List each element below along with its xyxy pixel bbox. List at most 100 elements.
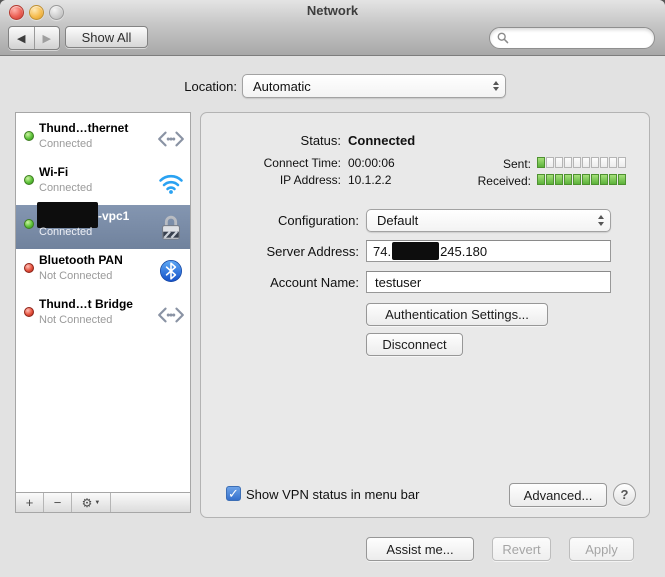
status-dot-connected	[24, 219, 34, 229]
redaction-box	[37, 202, 98, 228]
meter-segment	[582, 174, 590, 185]
assist-me-button[interactable]: Assist me...	[366, 537, 474, 561]
meter-segment	[618, 174, 626, 185]
meter-segment	[609, 174, 617, 185]
service-name: Bluetooth PAN	[39, 253, 123, 267]
meter-segment	[546, 174, 554, 185]
status-value: Connected	[348, 133, 415, 148]
status-dot-connected	[24, 175, 34, 185]
apply-button[interactable]: Apply	[569, 537, 634, 561]
meter-segment	[582, 157, 590, 168]
meter-segment	[537, 157, 545, 168]
network-preferences-window: Network ◀ ▶ Show All Location: Automatic…	[0, 0, 665, 577]
check-icon: ✓	[228, 486, 239, 501]
redaction-box	[392, 242, 439, 260]
server-address-label: Server Address:	[201, 244, 359, 259]
popup-stepper-icon	[493, 81, 499, 92]
status-label: Status:	[201, 133, 341, 148]
sidebar-footer: + − ⚙▼	[16, 492, 190, 512]
service-status: Not Connected	[39, 314, 112, 326]
status-dot-disconnected	[24, 307, 34, 317]
service-status: Connected	[39, 226, 92, 238]
gear-icon: ⚙	[82, 496, 93, 510]
meter-segment	[573, 174, 581, 185]
show-all-button[interactable]: Show All	[65, 26, 148, 48]
wifi-icon	[156, 169, 186, 197]
meter-segment	[600, 157, 608, 168]
location-value: Automatic	[253, 79, 489, 94]
service-row-wifi[interactable]: Wi-Fi Connected	[16, 161, 190, 205]
meter-segment	[537, 174, 545, 185]
services-sidebar: Thund…thernet Connected Wi-Fi Connected	[15, 112, 191, 513]
help-button[interactable]: ?	[613, 483, 636, 506]
forward-icon: ▶	[43, 32, 51, 45]
sent-meter	[537, 157, 626, 168]
search-input[interactable]	[513, 30, 647, 46]
authentication-settings-button[interactable]: Authentication Settings...	[366, 303, 548, 326]
received-label: Received:	[431, 174, 531, 188]
search-field[interactable]	[489, 27, 655, 49]
meter-segment	[564, 157, 572, 168]
meter-segment	[564, 174, 572, 185]
status-dot-disconnected	[24, 263, 34, 273]
account-name-input[interactable]	[373, 274, 602, 291]
service-name: -vpc1	[98, 209, 129, 223]
meter-segment	[546, 157, 554, 168]
meter-segment	[600, 174, 608, 185]
service-row-thunderbolt-bridge[interactable]: Thund…t Bridge Not Connected	[16, 293, 190, 337]
minimize-button[interactable]	[29, 5, 44, 20]
meter-segment	[609, 157, 617, 168]
configuration-popup[interactable]: Default	[366, 209, 611, 232]
zoom-button[interactable]	[49, 5, 64, 20]
search-icon	[497, 32, 509, 44]
close-button[interactable]	[9, 5, 24, 20]
ethernet-icon	[156, 125, 186, 153]
show-vpn-label: Show VPN status in menu bar	[246, 487, 419, 502]
meter-segment	[573, 157, 581, 168]
service-status: Not Connected	[39, 270, 112, 282]
back-button[interactable]: ◀	[9, 27, 34, 49]
window-title: Network	[0, 0, 665, 22]
configuration-value: Default	[377, 213, 594, 228]
meter-segment	[591, 174, 599, 185]
received-meter	[537, 174, 626, 185]
status-dot-connected	[24, 131, 34, 141]
add-service-button[interactable]: +	[16, 493, 44, 512]
nav-back-forward: ◀ ▶	[8, 26, 60, 50]
action-menu-button[interactable]: ⚙▼	[72, 493, 111, 512]
service-row-vpn[interactable]: -vpc1 Connected	[16, 205, 190, 249]
service-name: Wi-Fi	[39, 165, 68, 179]
minus-icon: −	[54, 495, 62, 510]
revert-button[interactable]: Revert	[492, 537, 551, 561]
service-row-bluetooth-pan[interactable]: Bluetooth PAN Not Connected	[16, 249, 190, 293]
back-icon: ◀	[17, 32, 25, 45]
advanced-button[interactable]: Advanced...	[509, 483, 607, 507]
ip-address-label: IP Address:	[201, 173, 341, 187]
forward-button[interactable]: ▶	[34, 27, 60, 49]
ip-address-value: 10.1.2.2	[348, 173, 391, 187]
server-address-suffix: 245.180	[440, 244, 487, 259]
location-popup[interactable]: Automatic	[242, 74, 506, 98]
connect-time-label: Connect Time:	[201, 156, 341, 170]
service-row-thunderbolt-ethernet[interactable]: Thund…thernet Connected	[16, 117, 190, 161]
service-name: Thund…t Bridge	[39, 297, 133, 311]
disconnect-button[interactable]: Disconnect	[366, 333, 463, 356]
remove-service-button[interactable]: −	[44, 493, 72, 512]
account-name-field[interactable]	[366, 271, 611, 293]
meter-segment	[591, 157, 599, 168]
detail-pane: Status: Connected Connect Time: 00:00:06…	[200, 112, 650, 518]
meter-segment	[555, 174, 563, 185]
window-chrome: Network ◀ ▶ Show All	[0, 0, 665, 56]
show-vpn-checkbox[interactable]: ✓	[226, 486, 241, 501]
ethernet-icon	[156, 301, 186, 329]
meter-segment	[618, 157, 626, 168]
sent-label: Sent:	[431, 157, 531, 171]
bluetooth-icon	[156, 257, 186, 285]
lock-icon	[156, 213, 186, 241]
configuration-label: Configuration:	[201, 213, 359, 228]
account-name-label: Account Name:	[201, 275, 359, 290]
service-name: Thund…thernet	[39, 121, 128, 135]
server-address-field[interactable]: 74.245.180	[366, 240, 611, 262]
location-label: Location:	[100, 79, 237, 94]
service-status: Connected	[39, 182, 92, 194]
